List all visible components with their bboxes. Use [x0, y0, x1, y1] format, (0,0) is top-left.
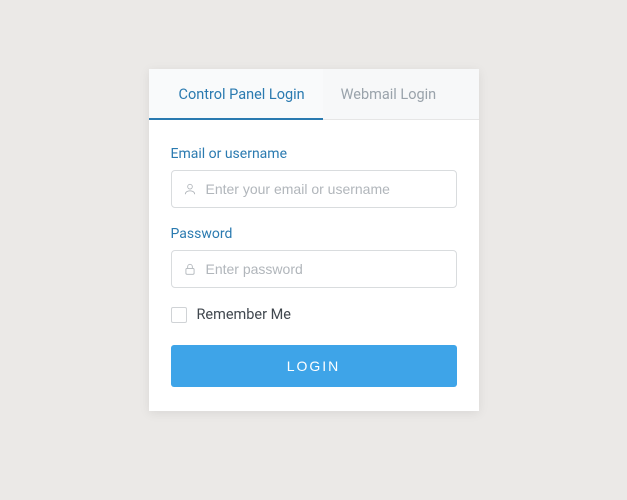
remember-label: Remember Me [197, 306, 291, 323]
login-button[interactable]: LOGIN [171, 345, 457, 387]
remember-checkbox[interactable] [171, 307, 187, 323]
password-label: Password [171, 226, 457, 242]
login-form: Email or username Password Remember Me L… [149, 120, 479, 411]
login-card: Control Panel Login Webmail Login Email … [149, 69, 479, 411]
email-input-wrap[interactable] [171, 170, 457, 208]
remember-row: Remember Me [171, 306, 457, 323]
tab-webmail[interactable]: Webmail Login [323, 69, 454, 120]
login-tabs: Control Panel Login Webmail Login [149, 69, 479, 120]
password-input[interactable] [198, 261, 446, 277]
email-label: Email or username [171, 146, 457, 162]
email-input[interactable] [198, 181, 446, 197]
lock-icon [182, 261, 198, 277]
tab-control-panel[interactable]: Control Panel Login [149, 69, 323, 120]
password-input-wrap[interactable] [171, 250, 457, 288]
user-icon [182, 181, 198, 197]
